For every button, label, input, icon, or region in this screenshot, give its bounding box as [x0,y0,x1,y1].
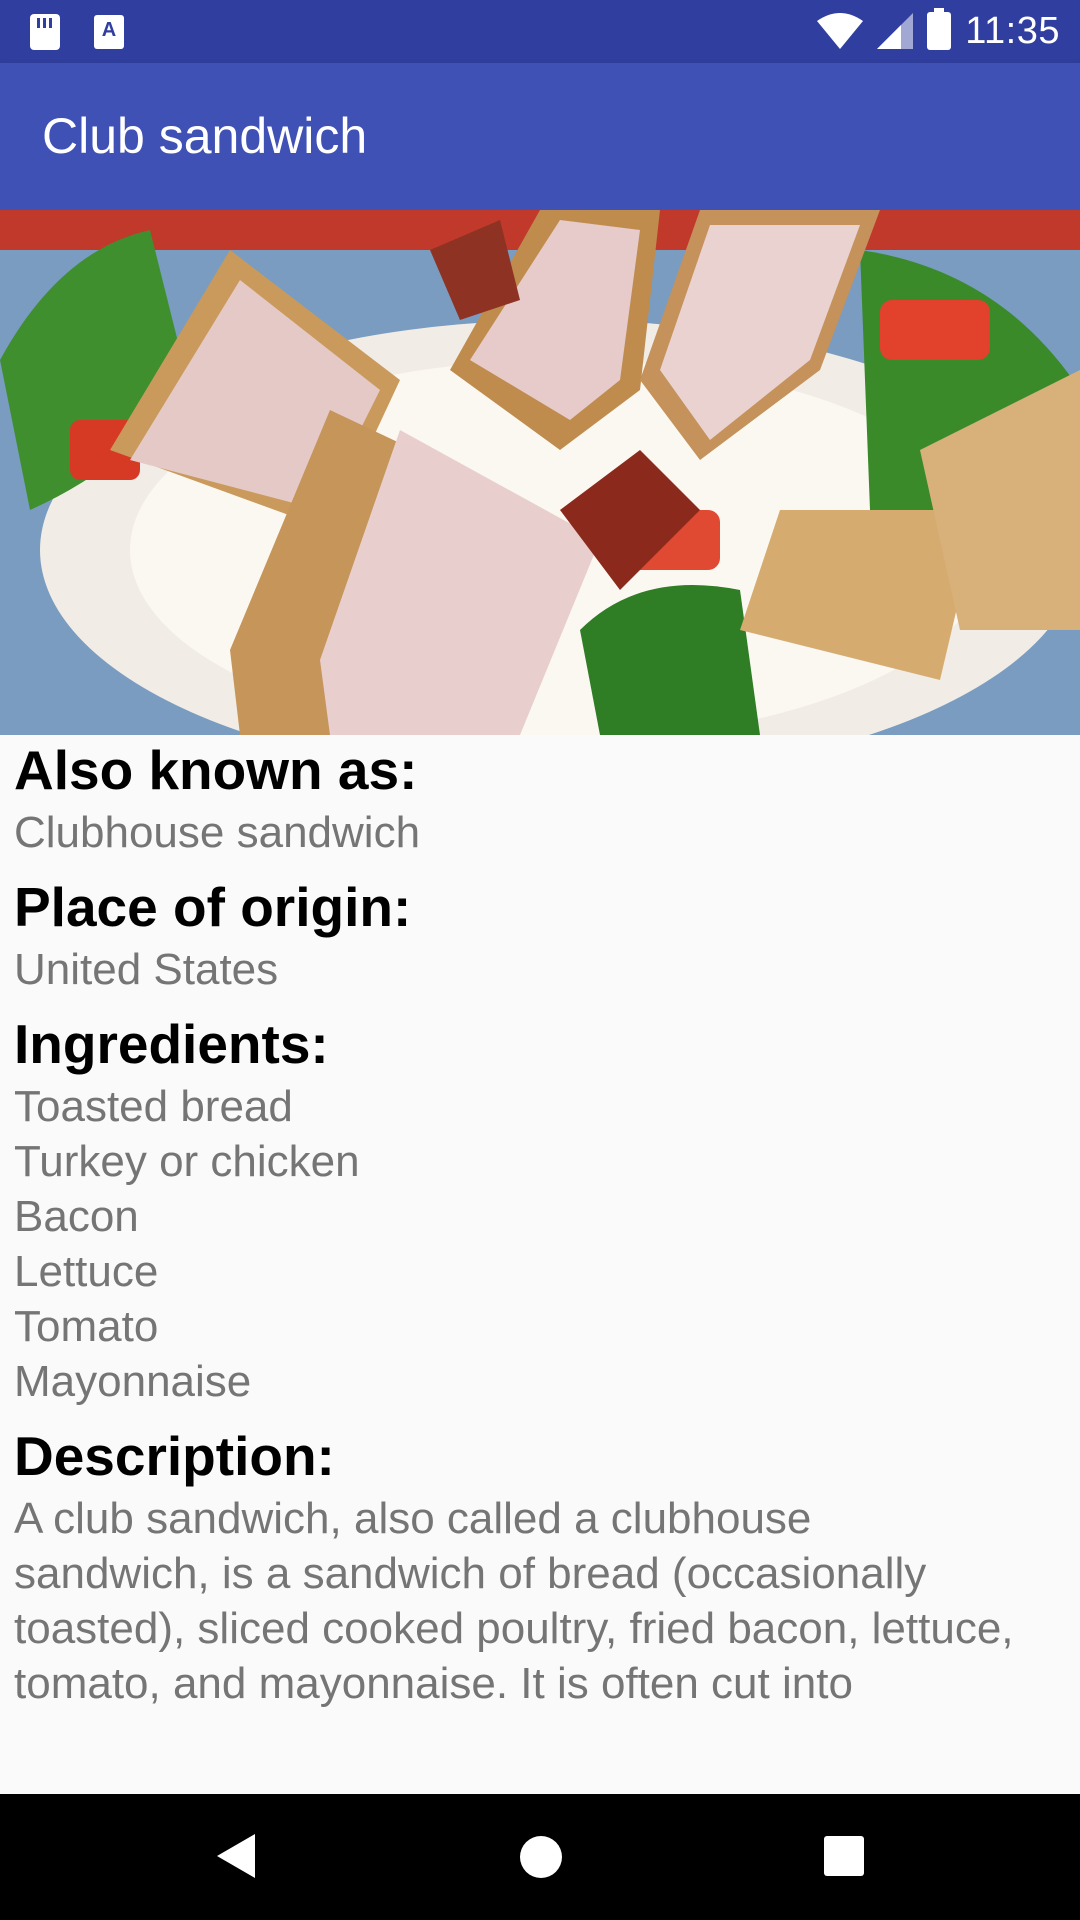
ingredient-item: Lettuce [14,1247,159,1296]
status-bar: A 11:35 [0,0,1080,63]
also-known-as-value: Clubhouse sandwich [14,808,421,857]
wifi-icon [817,13,864,49]
navigation-bar [0,1794,1080,1920]
ingredient-item: Toasted bread [14,1082,293,1131]
signal-icon [877,13,914,49]
recents-icon [824,1836,864,1876]
details-content: Also known as: Clubhouse sandwich Place … [14,735,1080,1723]
back-icon [217,1834,255,1878]
description-line: A club sandwich, also called a clubhouse [14,1494,812,1543]
sandwich-image [0,210,1080,735]
recents-button[interactable] [784,1794,904,1920]
app-bar: Club sandwich [0,63,1080,210]
ingredient-item: Mayonnaise [14,1357,252,1406]
status-time: 11:35 [965,9,1060,52]
description-heading: Description: [14,1425,335,1487]
home-icon [520,1836,562,1878]
ingredients-section: Ingredients: Toasted bread Turkey or chi… [14,1009,1080,1409]
description-line: sandwich, is a sandwich of bread (occasi… [14,1549,927,1598]
place-of-origin-section: Place of origin: United States [14,872,1080,997]
place-of-origin-heading: Place of origin: [14,876,412,938]
place-of-origin-value: United States [14,945,279,994]
description-line: tomato, and mayonnaise. It is often cut … [14,1659,853,1708]
ingredients-heading: Ingredients: [14,1013,329,1075]
also-known-as-heading: Also known as: [14,739,418,801]
page-title: Club sandwich [42,108,368,164]
description-line: toasted), sliced cooked poultry, fried b… [14,1604,1014,1653]
ingredient-item: Bacon [14,1192,139,1241]
status-right-icons: 11:35 [817,8,1060,54]
ingredient-item: Tomato [14,1302,159,1351]
also-known-as-section: Also known as: Clubhouse sandwich [14,735,1080,860]
sd-card-icon [30,14,60,50]
home-button[interactable] [480,1794,600,1920]
ingredient-item: Turkey or chicken [14,1137,360,1186]
status-left-icons: A [30,12,124,52]
battery-charging-icon [927,8,952,50]
back-button[interactable] [175,1794,295,1920]
description-section: Description: A club sandwich, also calle… [14,1421,1080,1711]
a-notification-icon: A [94,15,124,49]
